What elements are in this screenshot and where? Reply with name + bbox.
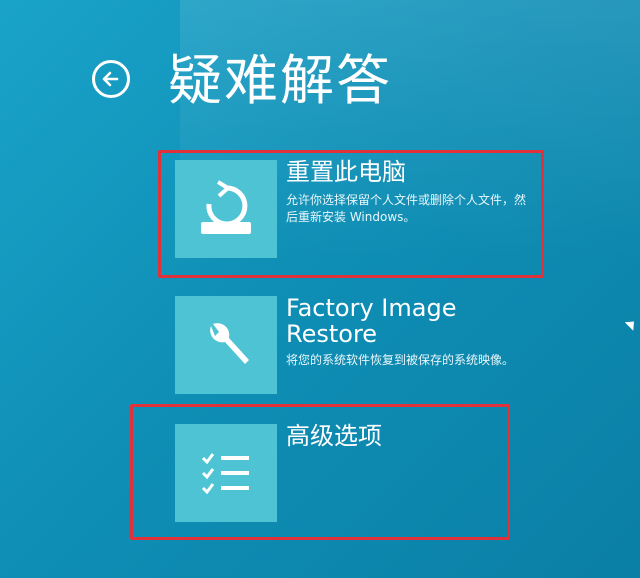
mouse-cursor-icon: [624, 317, 639, 331]
highlight-box: [158, 150, 544, 278]
highlight-box: [130, 404, 510, 540]
wrench-icon: [210, 323, 249, 364]
option-description: 将您的系统软件恢复到被保存的系统映像。: [286, 353, 515, 367]
back-arrow-icon: [102, 71, 119, 87]
back-button[interactable]: [92, 60, 130, 98]
option-title-line2: Restore: [286, 320, 378, 348]
page-title: 疑难解答: [168, 49, 392, 112]
option-factory-image-restore[interactable]: Factory Image Restore 将您的系统软件恢复到被保存的系统映像…: [170, 290, 542, 400]
factory-restore-tile: [175, 296, 277, 394]
option-title-line1: Factory Image: [286, 294, 457, 322]
